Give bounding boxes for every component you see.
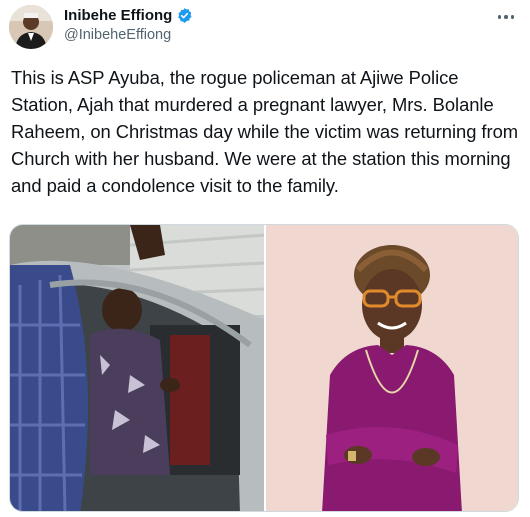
author-name-row: Inibehe Effiong xyxy=(64,7,193,24)
author-handle[interactable]: @InibeheEffiong xyxy=(64,27,171,43)
dot-icon xyxy=(504,15,508,19)
author-avatar[interactable] xyxy=(9,5,53,49)
dot-icon xyxy=(510,15,515,19)
tweet-text: This is ASP Ayuba, the rogue policeman a… xyxy=(11,67,519,196)
photo-man-in-car[interactable] xyxy=(10,225,264,511)
photo-woman-portrait[interactable] xyxy=(266,225,518,511)
more-options-icon[interactable] xyxy=(494,10,518,24)
verified-badge-icon xyxy=(176,7,193,24)
dot-icon xyxy=(497,15,502,19)
author-display-name[interactable]: Inibehe Effiong xyxy=(64,7,172,24)
tweet-media-grid xyxy=(9,224,519,512)
tweet-header: Inibehe Effiong @InibeheEffiong xyxy=(0,0,530,60)
